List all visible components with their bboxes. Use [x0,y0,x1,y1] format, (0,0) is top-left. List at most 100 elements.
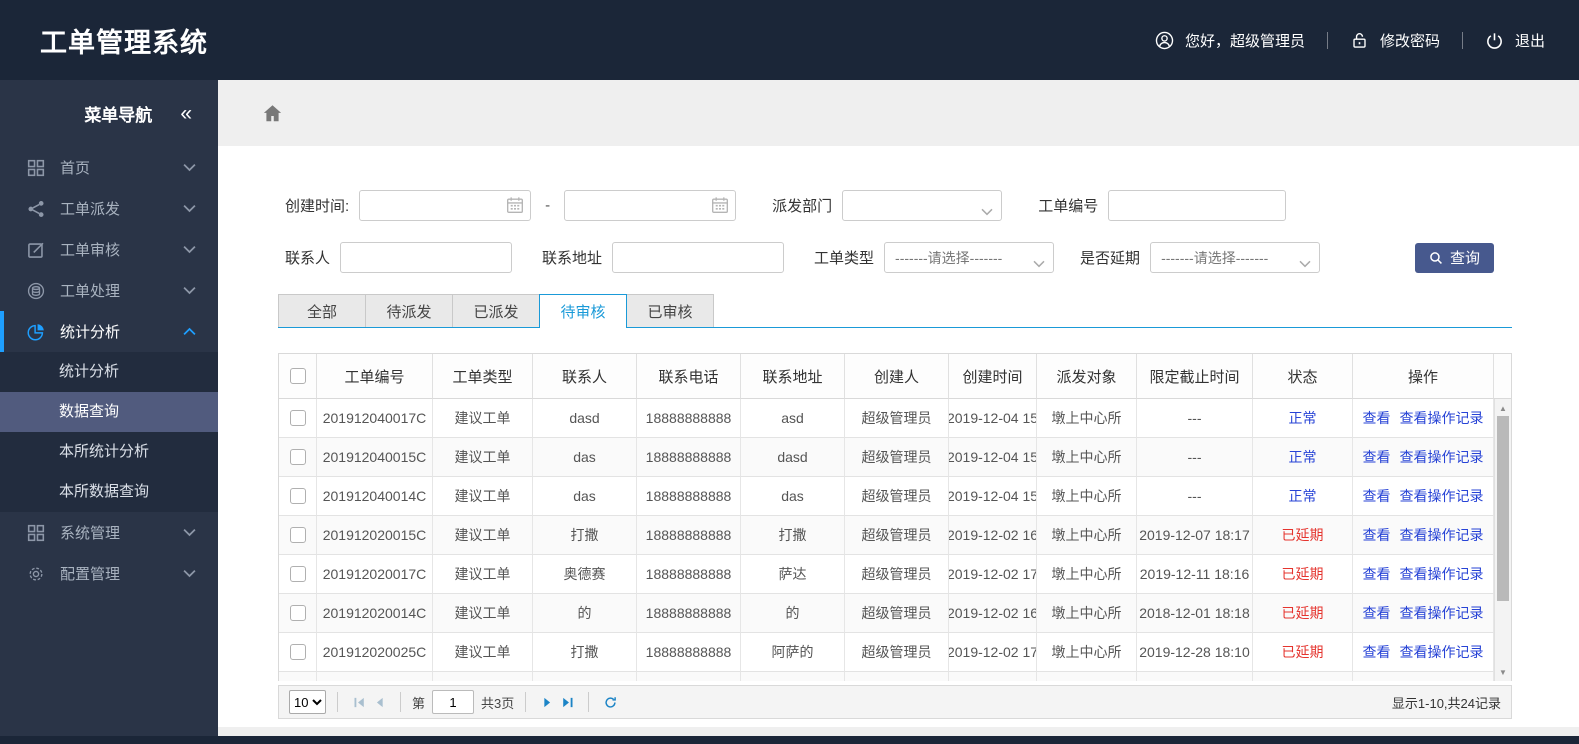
view-link[interactable]: 查看 [1363,603,1391,623]
next-page-button[interactable] [537,692,557,712]
pagination-divider [400,692,401,712]
delay-select[interactable]: -------请选择------- [1150,242,1321,273]
sidebar-subitem[interactable]: 统计分析 [0,352,218,392]
sidebar-item-review[interactable]: 工单审核 [0,229,218,270]
user-icon [1155,31,1174,49]
sidebar-item-process[interactable]: 工单处理 [0,270,218,311]
row-checkbox-cell [279,594,317,633]
calendar-icon[interactable] [711,196,729,214]
status-badge: 已延期 [1281,527,1324,543]
cell-status: 已延期 [1253,555,1353,594]
page-size-select[interactable]: 10 [289,690,326,714]
row-checkbox[interactable] [289,605,306,621]
sidebar-subitem[interactable]: 本所数据查询 [0,472,218,512]
chevron-down-icon [183,286,196,295]
cell-address [741,672,845,681]
select-all-checkbox[interactable] [289,368,306,384]
refresh-button[interactable] [600,692,620,712]
tab-已审核[interactable]: 已审核 [626,294,714,327]
cell-action [1353,672,1494,681]
view-log-link[interactable]: 查看操作记录 [1400,564,1484,584]
cell-status: 正常 [1253,477,1353,516]
view-link[interactable]: 查看 [1363,564,1391,584]
logout-link[interactable]: 退出 [1485,30,1545,51]
scroll-down-icon[interactable]: ▼ [1495,665,1511,679]
view-link[interactable]: 查看 [1363,525,1391,545]
view-log-link[interactable]: 查看操作记录 [1400,603,1484,623]
view-link[interactable]: 查看 [1363,642,1391,662]
change-password-link[interactable]: 修改密码 [1350,30,1440,51]
cell-type: 建议工单 [433,516,533,555]
cell-deadline: --- [1137,399,1253,438]
row-checkbox[interactable] [289,410,306,426]
row-checkbox[interactable] [289,449,306,465]
view-log-link[interactable]: 查看操作记录 [1400,447,1484,467]
sidebar-item-home[interactable]: 首页 [0,147,218,188]
row-checkbox[interactable] [289,566,306,582]
sidebar-item-label: 首页 [60,160,91,177]
row-checkbox[interactable] [289,644,306,660]
range-separator: - [545,197,551,214]
table-scrollbar[interactable]: ▲ ▼ [1494,399,1511,681]
tab-待审核[interactable]: 待审核 [539,294,627,328]
row-checkbox[interactable] [289,488,306,504]
last-page-button[interactable] [557,692,577,712]
calendar-icon[interactable] [506,196,524,214]
sidebar-collapse-button[interactable]: « [180,103,192,124]
prev-page-button[interactable] [369,692,389,712]
tab-待派发[interactable]: 待派发 [365,294,453,327]
scrollbar-thumb[interactable] [1497,416,1509,601]
view-link[interactable]: 查看 [1363,486,1391,506]
table-row: 201912040017C 建议工单 dasd 18888888888 asd 超级管理员… [279,399,1494,438]
cell-type: 建议工单 [433,399,533,438]
view-log-link[interactable]: 查看操作记录 [1400,525,1484,545]
status-badge: 正常 [1288,449,1317,465]
table-row: 201912020025C 建议工单 打撒 18888888888 阿萨的 超级管理员 20… [279,633,1494,672]
contact-input[interactable] [340,242,513,273]
sidebar-item-stats[interactable]: 统计分析 [0,311,218,352]
sidebar-subitem[interactable]: 数据查询 [0,392,218,432]
view-log-link[interactable]: 查看操作记录 [1400,642,1484,662]
cell-phone: 18888888888 [637,516,741,555]
sidebar-item-dispatch[interactable]: 工单派发 [0,188,218,229]
order-type-select[interactable]: -------请选择------- [884,242,1055,273]
row-checkbox[interactable] [289,527,306,543]
sidebar-subitem[interactable]: 本所统计分析 [0,432,218,472]
header-user-area: 您好，超级管理员 修改密码 退出 [1155,30,1545,51]
table-header-creator: 创建人 [845,354,949,399]
cell-type: 建议工单 [433,477,533,516]
filter-row-1: 创建时间: - 派发部门 工单编号 [278,190,1579,221]
chevron-down-icon [1299,255,1311,268]
app-root: 工单管理系统 您好，超级管理员 修改密码 退出 菜单导航 « 首页 工单派发 工… [0,0,1579,744]
cell-address: dasd [741,438,845,477]
change-password-label: 修改密码 [1379,32,1440,50]
tab-已派发[interactable]: 已派发 [452,294,540,327]
greeting-label: 您好，超级管理员 [1184,32,1305,50]
home-icon[interactable] [262,103,283,124]
first-page-button[interactable] [349,692,369,712]
sidebar-item-config[interactable]: 配置管理 [0,553,218,594]
header-divider [1326,31,1328,49]
tab-全部[interactable]: 全部 [278,294,366,327]
dispatch-dept-select[interactable] [842,190,1003,221]
cell-created: 2019-12-04 15 [949,438,1037,477]
current-page-input[interactable] [432,690,475,714]
address-input[interactable] [612,242,785,273]
view-log-link[interactable]: 查看操作记录 [1400,408,1484,428]
sidebar-item-system[interactable]: 系统管理 [0,512,218,553]
app-footer [0,736,1579,744]
scroll-up-icon[interactable]: ▲ [1495,401,1511,415]
cell-action: 查看 查看操作记录 [1353,594,1494,633]
view-link[interactable]: 查看 [1363,447,1391,467]
cell-contact: dasd [533,399,637,438]
user-greeting[interactable]: 您好，超级管理员 [1155,30,1305,51]
cell-order_no: 201912020017C [317,555,433,594]
search-button[interactable]: 查询 [1414,242,1494,273]
cell-creator: 超级管理员 [845,438,949,477]
cell-order_no: 201912020014C [317,594,433,633]
order-no-input[interactable] [1108,190,1287,221]
power-icon [1487,32,1502,49]
view-log-link[interactable]: 查看操作记录 [1400,486,1484,506]
view-link[interactable]: 查看 [1363,408,1391,428]
cell-address: 阿萨的 [741,633,845,672]
